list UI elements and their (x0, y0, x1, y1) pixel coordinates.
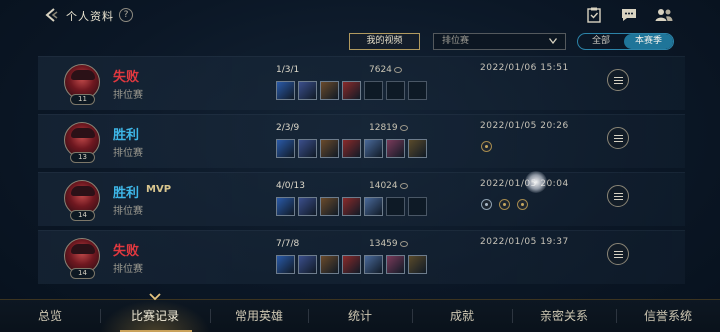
item-slot[interactable] (298, 197, 317, 216)
match-result: 胜利 (113, 128, 140, 143)
item-slot[interactable] (386, 139, 405, 158)
item-slot[interactable] (320, 197, 339, 216)
queue-type: 排位赛 (113, 90, 143, 101)
item-slot[interactable] (364, 197, 383, 216)
kda: 4/0/13 (276, 181, 305, 191)
queue-type: 排位赛 (113, 148, 143, 159)
mvp-badge: MVP (146, 184, 172, 195)
item-slot[interactable] (276, 139, 295, 158)
champion-level: 14 (70, 210, 95, 221)
match-datetime: 2022/01/05 19:37 (480, 237, 569, 247)
empty-item-slot[interactable] (386, 81, 405, 100)
item-slot[interactable] (342, 139, 361, 158)
item-slot[interactable] (298, 81, 317, 100)
achievement-badge-icon (517, 199, 528, 210)
match-detail-button[interactable] (607, 243, 629, 265)
game-mode-selected: 排位赛 (442, 36, 470, 46)
gold-earned: 12819 (369, 123, 408, 133)
match-row[interactable]: 13 胜利 排位赛 2/3/9 12819 2022/01/05 20:26 (38, 114, 685, 168)
season-toggle: 全部 本赛季 (577, 33, 674, 50)
top-bar: 个人资料 ? (0, 0, 720, 32)
empty-item-slot[interactable] (408, 197, 427, 216)
match-datetime: 2022/01/06 15:51 (480, 63, 569, 73)
page-title: 个人资料 (66, 10, 114, 23)
match-result: 胜利 (113, 186, 140, 201)
queue-type: 排位赛 (113, 206, 143, 217)
achievement-badge-icon (481, 199, 492, 210)
item-slot[interactable] (342, 255, 361, 274)
gold-value: 14024 (369, 181, 398, 191)
gold-coin-icon (399, 124, 408, 131)
match-row[interactable]: 11 失败 排位赛 1/3/1 7624 2022/01/06 15:51 (38, 56, 685, 110)
game-mode-dropdown[interactable]: 排位赛 (433, 33, 566, 50)
match-row[interactable]: 14 失败 排位赛 7/7/8 13459 2022/01/05 19:37 (38, 230, 685, 284)
match-result: 失败 (113, 70, 140, 85)
tab-relationships[interactable]: 亲密关系 (512, 300, 616, 332)
gold-coin-icon (399, 240, 408, 247)
gold-value: 12819 (369, 123, 398, 133)
friends-icon[interactable] (655, 7, 673, 23)
gold-coin-icon (393, 66, 402, 73)
gold-value: 13459 (369, 239, 398, 249)
kda: 7/7/8 (276, 239, 300, 249)
message-icon[interactable] (620, 7, 638, 23)
item-slot[interactable] (320, 139, 339, 158)
tab-honor-system[interactable]: 信誉系统 (616, 300, 720, 332)
item-slot[interactable] (408, 139, 427, 158)
tab-achievements[interactable]: 成就 (412, 300, 512, 332)
gold-earned: 13459 (369, 239, 408, 249)
item-slot[interactable] (386, 255, 405, 274)
match-datetime: 2022/01/05 20:26 (480, 121, 569, 131)
item-slot[interactable] (298, 255, 317, 274)
match-result: 失败 (113, 244, 140, 259)
champion-level: 13 (70, 152, 95, 163)
match-detail-button[interactable] (607, 185, 629, 207)
match-detail-button[interactable] (607, 69, 629, 91)
item-slot[interactable] (298, 139, 317, 158)
item-slot[interactable] (276, 81, 295, 100)
gold-value: 7624 (369, 65, 392, 75)
touch-highlight (525, 171, 547, 193)
checklist-icon[interactable] (585, 7, 603, 23)
back-icon[interactable] (43, 7, 59, 23)
item-slot[interactable] (320, 81, 339, 100)
item-slot[interactable] (320, 255, 339, 274)
tab-statistics[interactable]: 统计 (308, 300, 412, 332)
tab-common-heroes[interactable]: 常用英雄 (210, 300, 308, 332)
empty-item-slot[interactable] (364, 81, 383, 100)
chevron-down-icon (549, 38, 557, 44)
item-slot[interactable] (276, 197, 295, 216)
item-slot[interactable] (364, 255, 383, 274)
item-slot[interactable] (342, 81, 361, 100)
active-tab-caret-icon (149, 293, 161, 301)
tab-overview[interactable]: 总览 (0, 300, 100, 332)
match-row[interactable]: 14 胜利 MVP 排位赛 4/0/13 14024 2022/01/05 20… (38, 172, 685, 226)
item-slot[interactable] (276, 255, 295, 274)
kda: 1/3/1 (276, 65, 300, 75)
help-icon[interactable]: ? (119, 8, 133, 22)
season-current-option[interactable]: 本赛季 (624, 34, 673, 49)
match-detail-button[interactable] (607, 127, 629, 149)
achievement-badge-icon (499, 199, 510, 210)
item-slot[interactable] (342, 197, 361, 216)
queue-type: 排位赛 (113, 264, 143, 275)
item-slot[interactable] (364, 139, 383, 158)
champion-level: 11 (70, 94, 95, 105)
gold-coin-icon (399, 182, 408, 189)
bottom-nav: 总览 比赛记录 常用英雄 统计 成就 亲密关系 信誉系统 (0, 299, 720, 332)
empty-item-slot[interactable] (408, 81, 427, 100)
achievement-badge-icon (481, 141, 492, 152)
empty-item-slot[interactable] (386, 197, 405, 216)
season-all-option[interactable]: 全部 (578, 34, 624, 49)
gold-earned: 14024 (369, 181, 408, 191)
my-videos-button[interactable]: 我的视频 (349, 33, 420, 50)
champion-level: 14 (70, 268, 95, 279)
gold-earned: 7624 (369, 65, 402, 75)
kda: 2/3/9 (276, 123, 300, 133)
item-slot[interactable] (408, 255, 427, 274)
tab-match-history[interactable]: 比赛记录 (100, 300, 210, 332)
